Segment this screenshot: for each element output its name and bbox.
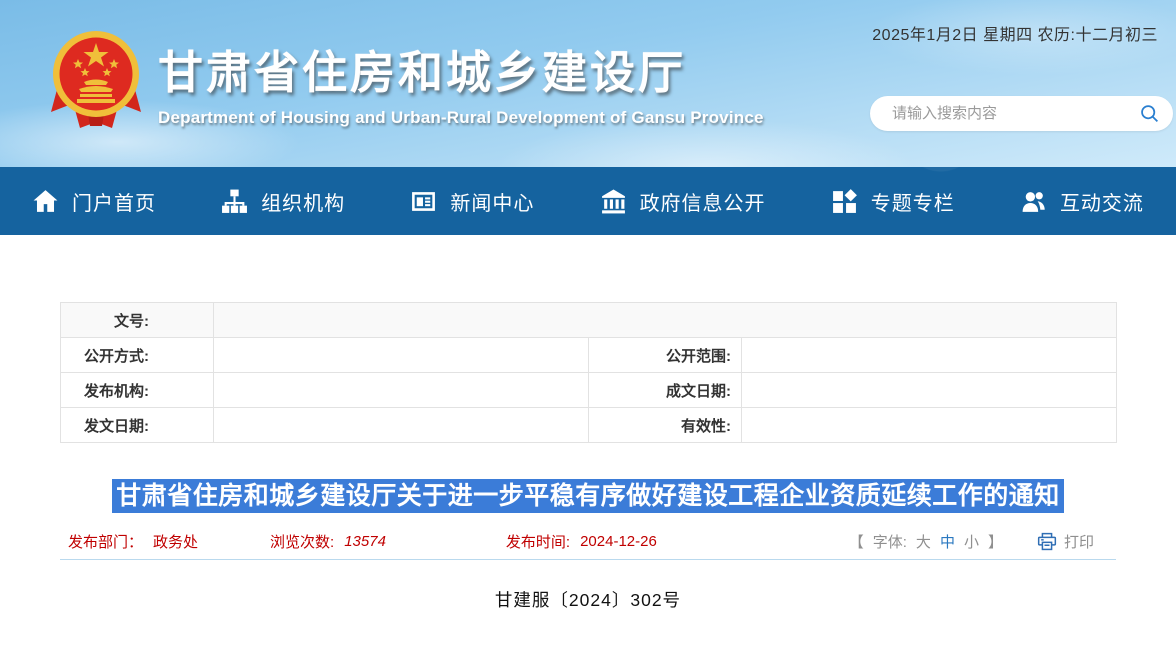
- font-size-label: 字体:: [873, 531, 907, 552]
- field-value-validity: [742, 408, 1117, 443]
- article-page: 文号: 公开方式: 公开范围: 发布机构: 成文日期: 发文日期:: [60, 302, 1116, 612]
- nav-label: 政府信息公开: [640, 187, 766, 216]
- field-label-issue-date: 发文日期:: [61, 408, 214, 443]
- site-brand: 甘肃省住房和城乡建设厅 Department of Housing and Ur…: [50, 26, 764, 132]
- meta-department-label: 发布部门：: [68, 531, 143, 552]
- meta-publish-time-value: 2024-12-26: [580, 533, 657, 550]
- printer-icon: [1037, 532, 1057, 551]
- field-label-written-date: 成文日期:: [589, 373, 742, 408]
- document-info-table: 文号: 公开方式: 公开范围: 发布机构: 成文日期: 发文日期:: [60, 302, 1117, 443]
- nav-label: 互动交流: [1060, 187, 1144, 216]
- nav-item-topics[interactable]: 专题专栏: [831, 187, 955, 216]
- field-value-issue-date: [214, 408, 589, 443]
- field-label-publish-org: 发布机构:: [61, 373, 214, 408]
- newspaper-icon: [410, 188, 437, 215]
- home-icon: [32, 188, 59, 215]
- font-size-large-button[interactable]: 大: [916, 531, 931, 552]
- meta-views-label: 浏览次数:: [270, 531, 334, 552]
- font-size-small-button[interactable]: 小: [964, 531, 979, 552]
- article-meta-bar: 发布部门： 政务处 浏览次数: 13574 发布时间: 2024-12-26 【…: [60, 530, 1116, 560]
- search-icon[interactable]: [1139, 103, 1173, 124]
- table-row-issue-validity: 发文日期: 有效性:: [61, 408, 1117, 443]
- field-value-open-scope: [742, 338, 1117, 373]
- nav-label: 组织机构: [261, 187, 345, 216]
- date-text: 2025年1月2日 星期四 农历:十二月初三: [872, 21, 1158, 45]
- meta-views: 浏览次数: 13574: [270, 531, 386, 552]
- page: 2025年1月2日 星期四 农历:十二月初三: [0, 0, 1176, 612]
- field-value-doc-no: [214, 303, 1117, 338]
- gov-building-icon: [600, 188, 627, 215]
- org-chart-icon: [221, 188, 248, 215]
- table-row-open: 公开方式: 公开范围:: [61, 338, 1117, 373]
- national-emblem-icon: [50, 26, 142, 132]
- nav-label: 新闻中心: [450, 187, 534, 216]
- main-nav: 门户首页 组织机构 新闻中心: [0, 167, 1176, 235]
- table-row-org-date: 发布机构: 成文日期:: [61, 373, 1117, 408]
- field-label-open-scope: 公开范围:: [589, 338, 742, 373]
- site-title-english: Department of Housing and Urban-Rural De…: [158, 108, 764, 128]
- nav-item-interaction[interactable]: 互动交流: [1020, 187, 1144, 216]
- font-size-medium-button[interactable]: 中: [940, 531, 955, 552]
- field-label-validity: 有效性:: [589, 408, 742, 443]
- field-value-open-method: [214, 338, 589, 373]
- bracket-open: 【: [849, 531, 864, 552]
- field-value-publish-org: [214, 373, 589, 408]
- field-value-written-date: [742, 373, 1117, 408]
- article-title: 甘肃省住房和城乡建设厅关于进一步平稳有序做好建设工程企业资质延续工作的通知: [60, 477, 1116, 512]
- field-label-doc-no: 文号:: [61, 303, 214, 338]
- nav-item-gov-info[interactable]: 政府信息公开: [600, 187, 766, 216]
- search-box[interactable]: [870, 96, 1173, 131]
- site-header: 2025年1月2日 星期四 农历:十二月初三: [0, 0, 1176, 167]
- print-button[interactable]: 打印: [1037, 531, 1094, 552]
- meta-publish-time: 发布时间: 2024-12-26: [506, 531, 657, 552]
- nav-item-organization[interactable]: 组织机构: [221, 187, 345, 216]
- field-label-open-method: 公开方式:: [61, 338, 214, 373]
- meta-department: 发布部门： 政务处: [68, 531, 198, 552]
- table-row-doc-number: 文号:: [61, 303, 1117, 338]
- bracket-close: 】: [988, 531, 1003, 552]
- document-reference-number: 甘建服〔2024〕302号: [60, 587, 1116, 612]
- nav-item-news[interactable]: 新闻中心: [410, 187, 534, 216]
- meta-department-value: 政务处: [153, 531, 198, 552]
- topics-grid-icon: [831, 188, 858, 215]
- meta-views-value: 13574: [344, 533, 386, 550]
- people-icon: [1020, 188, 1047, 215]
- brand-text: 甘肃省住房和城乡建设厅 Department of Housing and Ur…: [158, 26, 764, 128]
- nav-label: 门户首页: [72, 187, 156, 216]
- meta-publish-time-label: 发布时间:: [506, 531, 570, 552]
- print-label: 打印: [1064, 531, 1094, 552]
- article-title-highlighted-text: 甘肃省住房和城乡建设厅关于进一步平稳有序做好建设工程企业资质延续工作的通知: [112, 479, 1064, 513]
- font-size-controls: 【 字体: 大 中 小 】: [849, 531, 1003, 552]
- nav-label: 专题专栏: [871, 187, 955, 216]
- site-title: 甘肃省住房和城乡建设厅: [158, 36, 764, 101]
- nav-item-home[interactable]: 门户首页: [32, 187, 156, 216]
- search-input[interactable]: [870, 105, 1139, 122]
